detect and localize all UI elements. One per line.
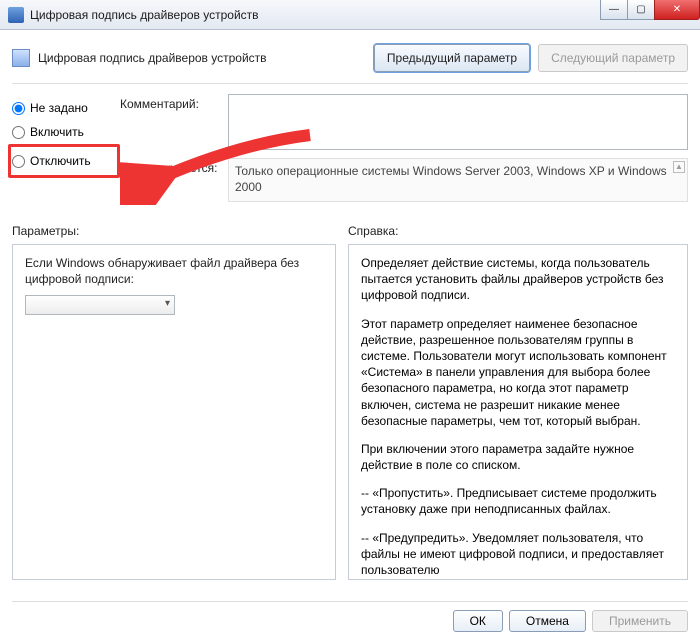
driver-action-dropdown[interactable] xyxy=(25,295,175,315)
radio-disabled-input[interactable] xyxy=(12,155,25,168)
supported-text: Только операционные системы Windows Serv… xyxy=(228,158,688,202)
cancel-button[interactable]: Отмена xyxy=(509,610,586,632)
ok-button[interactable]: ОК xyxy=(453,610,503,632)
comment-label: Комментарий: xyxy=(120,94,228,150)
help-p5: -- «Предупредить». Уведомляет пользовате… xyxy=(361,530,675,579)
help-p1: Определяет действие системы, когда польз… xyxy=(361,255,675,304)
help-label: Справка: xyxy=(348,224,688,238)
supported-label: Поддерживается: xyxy=(120,158,228,202)
radio-not-configured[interactable]: Не задано xyxy=(12,96,120,120)
radio-enabled-label: Включить xyxy=(30,125,84,139)
radio-not-configured-input[interactable] xyxy=(12,102,25,115)
radio-disabled[interactable]: Отключить xyxy=(12,149,116,173)
previous-setting-button[interactable]: Предыдущий параметр xyxy=(374,44,530,72)
next-setting-button[interactable]: Следующий параметр xyxy=(538,44,688,72)
policy-title: Цифровая подпись драйверов устройств xyxy=(38,51,366,65)
help-p3: При включении этого параметра задайте ну… xyxy=(361,441,675,473)
middle-section: Не задано Включить Отключить Комментарий… xyxy=(12,94,688,210)
close-button[interactable]: ✕ xyxy=(654,0,700,20)
parameters-label: Параметры: xyxy=(12,224,336,238)
parameters-box: Если Windows обнаруживает файл драйвера … xyxy=(12,244,336,580)
comment-row: Комментарий: xyxy=(120,94,688,150)
highlight-box: Отключить xyxy=(8,144,120,178)
app-icon xyxy=(8,7,24,23)
scroll-up-icon[interactable]: ▲ xyxy=(673,161,685,173)
window-controls: — ▢ ✕ xyxy=(601,0,700,20)
help-box: Определяет действие системы, когда польз… xyxy=(348,244,688,580)
titlebar: Цифровая подпись драйверов устройств — ▢… xyxy=(0,0,700,30)
header-row: Цифровая подпись драйверов устройств Пре… xyxy=(12,40,688,84)
comment-input[interactable] xyxy=(228,94,688,150)
window-title: Цифровая подпись драйверов устройств xyxy=(30,8,259,22)
state-radios: Не задано Включить Отключить xyxy=(12,94,120,210)
help-panel: Справка: Определяет действие системы, ко… xyxy=(348,224,688,580)
radio-enabled-input[interactable] xyxy=(12,126,25,139)
policy-icon xyxy=(12,49,30,67)
maximize-button[interactable]: ▢ xyxy=(627,0,655,20)
apply-button[interactable]: Применить xyxy=(592,610,688,632)
content-area: Цифровая подпись драйверов устройств Пре… xyxy=(0,30,700,642)
radio-disabled-label: Отключить xyxy=(30,154,91,168)
parameters-panel: Параметры: Если Windows обнаруживает фай… xyxy=(12,224,336,580)
minimize-button[interactable]: — xyxy=(600,0,628,20)
radio-enabled[interactable]: Включить xyxy=(12,120,120,144)
footer-buttons: ОК Отмена Применить xyxy=(453,602,688,632)
driver-prompt-label: Если Windows обнаруживает файл драйвера … xyxy=(25,255,323,287)
help-p2: Этот параметр определяет наименее безопа… xyxy=(361,316,675,429)
supported-text-value: Только операционные системы Windows Serv… xyxy=(235,164,667,194)
help-p4: -- «Пропустить». Предписывает системе пр… xyxy=(361,485,675,517)
fields: Комментарий: Поддерживается: Только опер… xyxy=(120,94,688,210)
radio-not-configured-label: Не задано xyxy=(30,101,88,115)
lower-panels: Параметры: Если Windows обнаруживает фай… xyxy=(12,224,688,580)
supported-row: Поддерживается: Только операционные сист… xyxy=(120,158,688,202)
